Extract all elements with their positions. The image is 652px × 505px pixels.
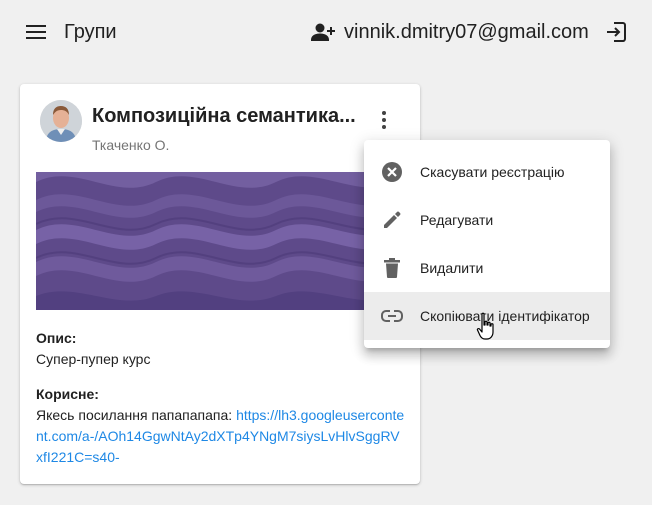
hand-pointer-cursor-icon [476,312,498,342]
link-icon [380,304,404,328]
useful-text: Якесь посилання папапапапа: https://lh3.… [36,405,406,468]
trash-icon [380,256,404,280]
hamburger-menu-icon[interactable] [22,20,50,44]
useful-text-prefix: Якесь посилання папапапапа: [36,407,237,423]
add-user-icon [310,20,336,44]
menu-item-edit[interactable]: Редагувати [364,196,610,244]
page-title: Групи [64,21,117,43]
logout-icon[interactable] [604,20,628,44]
more-vert-icon[interactable] [372,108,396,132]
avatar [40,100,82,142]
card-title[interactable]: Композиційна семантика... [92,104,356,128]
card-banner-image [36,172,404,310]
menu-item-unregister[interactable]: Скасувати реєстрацію [364,148,610,196]
menu-item-label: Скасувати реєстрацію [420,164,565,180]
menu-item-label: Скопіювати ідентифікатор [420,308,590,324]
cancel-circle-icon [380,160,404,184]
group-card: Композиційна семантика... Ткаченко О. Оп… [20,84,420,484]
menu-item-delete[interactable]: Видалити [364,244,610,292]
card-subtitle: Ткаченко О. [92,137,170,153]
top-app-bar: Групи vinnik.dmitry07@gmail.com [0,0,652,64]
menu-item-label: Видалити [420,260,484,276]
pencil-icon [380,208,404,232]
description-label: Опис: [36,330,77,346]
useful-label: Корисне: [36,386,99,402]
user-email: vinnik.dmitry07@gmail.com [344,21,589,43]
card-body: Опис: Супер-пупер курс Корисне: Якесь по… [36,328,406,468]
description-text: Супер-пупер курс [36,351,151,367]
menu-item-label: Редагувати [420,212,494,228]
